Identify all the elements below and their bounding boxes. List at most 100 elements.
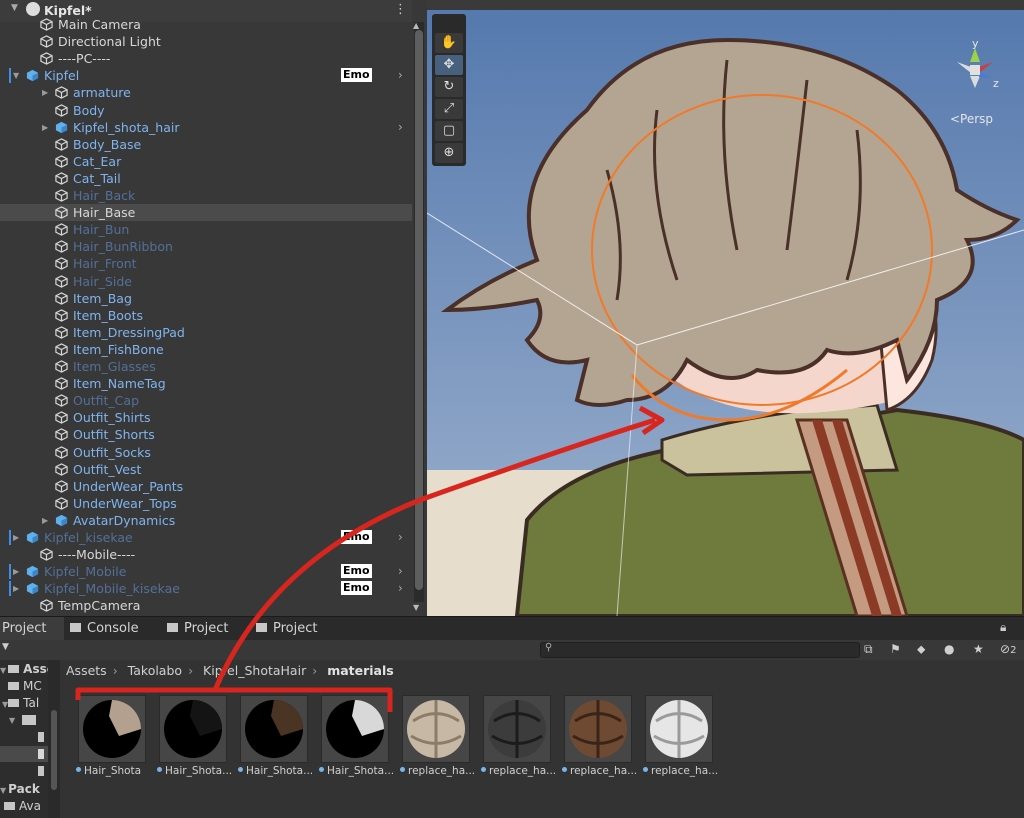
folder-icon[interactable] <box>22 715 36 725</box>
fold-closed-icon[interactable]: ▶ <box>13 563 19 580</box>
tab-project[interactable]: Project <box>0 617 64 641</box>
hierarchy-item[interactable]: Body_Base <box>0 136 412 153</box>
material-thumbnail[interactable] <box>240 695 308 763</box>
material-thumbnail[interactable] <box>483 695 551 763</box>
chevron-right-icon[interactable]: › <box>398 529 403 546</box>
hierarchy-scroll-thumb[interactable] <box>415 30 423 590</box>
hierarchy-item[interactable]: Hair_Front <box>0 255 412 272</box>
tree-item-mc[interactable]: MC <box>2 679 42 693</box>
chevron-right-icon[interactable]: › <box>398 67 403 84</box>
search-by-type-icon[interactable]: ⧉ <box>864 642 873 657</box>
rect-tool-icon[interactable]: ▢ <box>435 121 463 141</box>
fold-arrow-icon[interactable]: ▼ <box>11 3 18 13</box>
hierarchy-item[interactable]: ▶ Kipfel_shota_hair › <box>0 119 412 136</box>
chevron-right-icon[interactable]: › <box>398 580 403 597</box>
fold-closed-icon[interactable]: ▶ <box>13 529 19 546</box>
tab-console[interactable]: Console <box>70 617 139 641</box>
hierarchy-item[interactable]: Directional Light <box>0 33 412 50</box>
hierarchy-item[interactable]: ▶ Kipfel_kisekae Emo › <box>0 529 412 546</box>
hierarchy-item[interactable]: Outfit_Shorts <box>0 426 412 443</box>
hand-tool-icon[interactable]: ✋ <box>435 33 463 53</box>
hierarchy-item[interactable]: Body <box>0 102 412 119</box>
hierarchy-item[interactable]: Item_DressingPad <box>0 324 412 341</box>
hierarchy-item[interactable]: Item_Bag <box>0 290 412 307</box>
rotate-tool-icon[interactable]: ↻ <box>435 77 463 97</box>
tree-item-avatars[interactable]: Ava <box>4 799 41 813</box>
material-label[interactable]: Hair_Shota... <box>157 765 232 777</box>
hierarchy-item[interactable]: Outfit_Socks <box>0 444 412 461</box>
material-label[interactable]: replace_ha... <box>562 765 637 777</box>
create-dropdown-icon[interactable]: ▼ <box>2 642 9 652</box>
material-label[interactable]: Hair_Shota... <box>238 765 313 777</box>
material-thumbnail[interactable] <box>321 695 389 763</box>
folder-icon[interactable] <box>38 766 44 776</box>
hierarchy-item[interactable]: Outfit_Cap <box>0 392 412 409</box>
lock-icon[interactable]: 🔒︎ <box>1000 620 1006 635</box>
breadcrumb-assets[interactable]: Assets <box>66 663 107 678</box>
fold-closed-icon[interactable]: ▶ <box>42 119 48 136</box>
hierarchy-item[interactable]: ▶ armature <box>0 84 412 101</box>
filter-label-icon[interactable]: ⬥ <box>917 642 925 657</box>
chevron-right-icon[interactable]: › <box>398 563 403 580</box>
scroll-up-icon[interactable]: ▲ <box>413 21 419 30</box>
breadcrumb-kipfel-shotahair[interactable]: Kipfel_ShotaHair <box>203 663 306 678</box>
hierarchy-item[interactable]: Item_FishBone <box>0 341 412 358</box>
material-label[interactable]: replace_ha... <box>643 765 718 777</box>
hierarchy-scrollbar[interactable] <box>414 22 424 602</box>
tree-scrollbar[interactable] <box>48 660 60 818</box>
hierarchy-item[interactable]: Outfit_Shirts <box>0 409 412 426</box>
material-thumbnail[interactable] <box>645 695 713 763</box>
search-input[interactable]: ⚲ <box>540 642 860 658</box>
material-label[interactable]: replace_ha... <box>400 765 475 777</box>
hierarchy-item[interactable]: Main Camera <box>0 16 412 33</box>
hidden-eye-icon[interactable]: ⊘2 <box>1000 642 1016 656</box>
material-thumbnail[interactable] <box>78 695 146 763</box>
hierarchy-item[interactable]: UnderWear_Pants <box>0 478 412 495</box>
filter-type-icon[interactable]: ⚑ <box>890 642 901 656</box>
tree-item-takolabo[interactable]: ▼ Tal <box>2 696 39 710</box>
move-tool-icon[interactable]: ✥ <box>435 55 463 75</box>
favorite-star-icon[interactable]: ★ <box>973 642 984 656</box>
tab-project-2[interactable]: Project <box>167 617 228 641</box>
hierarchy-item[interactable]: Outfit_Vest <box>0 461 412 478</box>
log-icon[interactable]: ● <box>944 642 954 656</box>
hierarchy-item[interactable]: Hair_Back <box>0 187 412 204</box>
fold-closed-icon[interactable]: ▶ <box>13 580 19 597</box>
breadcrumb-takolabo[interactable]: Takolabo <box>128 663 182 678</box>
hierarchy-item[interactable]: Cat_Tail <box>0 170 412 187</box>
hierarchy-item[interactable]: Item_Glasses <box>0 358 412 375</box>
hierarchy-item[interactable]: ▶ Kipfel_Mobile_kisekae Emo › <box>0 580 412 597</box>
hierarchy-item[interactable]: Hair_Base <box>0 204 412 222</box>
tree-item-assets[interactable]: ▼Asse <box>0 662 48 676</box>
material-label[interactable]: Hair_Shota... <box>319 765 394 777</box>
hierarchy-item[interactable]: ▶ AvatarDynamics <box>0 512 412 529</box>
hierarchy-item[interactable]: TempCamera <box>0 597 412 614</box>
scroll-down-icon[interactable]: ▼ <box>413 603 419 612</box>
transform-tool-icon[interactable]: ⊕ <box>435 143 463 163</box>
hierarchy-item[interactable]: Item_Boots <box>0 307 412 324</box>
hierarchy-item[interactable]: ▶ Kipfel_Mobile Emo › <box>0 563 412 580</box>
fold-closed-icon[interactable]: ▶ <box>42 512 48 529</box>
scale-tool-icon[interactable]: ⤢ <box>435 99 463 119</box>
fold-closed-icon[interactable]: ▶ <box>42 84 48 101</box>
hierarchy-item[interactable]: Hair_Side <box>0 273 412 290</box>
hierarchy-item[interactable]: Cat_Ear <box>0 153 412 170</box>
hierarchy-item[interactable]: Hair_Bun <box>0 221 412 238</box>
hierarchy-item[interactable]: Hair_BunRibbon <box>0 238 412 255</box>
breadcrumb-materials[interactable]: materials <box>327 663 394 678</box>
tree-item-packages[interactable]: ▼ Pack <box>0 782 40 796</box>
material-label[interactable]: replace_ha... <box>481 765 556 777</box>
fold-open-icon[interactable]: ▼ <box>13 67 19 84</box>
scene-view[interactable]: y z <box>427 0 1024 616</box>
tree-expand-icon[interactable]: ▼ <box>9 716 15 725</box>
hierarchy-item[interactable]: ----Mobile---- <box>0 546 412 563</box>
folder-icon[interactable] <box>38 732 44 742</box>
hierarchy-item[interactable]: ----PC---- <box>0 50 412 67</box>
material-thumbnail[interactable] <box>402 695 470 763</box>
material-thumbnail[interactable] <box>564 695 632 763</box>
chevron-right-icon[interactable]: › <box>398 119 403 136</box>
material-thumbnail[interactable] <box>159 695 227 763</box>
perspective-toggle[interactable]: <Persp <box>950 112 993 126</box>
more-menu-icon[interactable]: ⋮ <box>394 2 407 17</box>
hierarchy-item[interactable]: ▼ Kipfel Emo › <box>0 67 412 84</box>
